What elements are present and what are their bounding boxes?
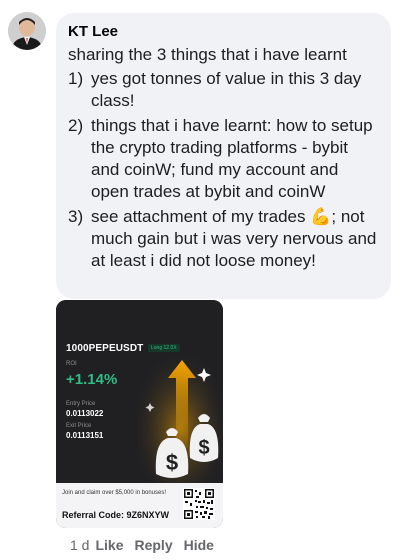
list-item: 2) things that i have learnt: how to set…: [68, 115, 379, 203]
hide-button[interactable]: Hide: [184, 537, 214, 553]
like-button[interactable]: Like: [95, 537, 123, 553]
list-text: yes got tonnes of value in this 3 day cl…: [91, 69, 362, 110]
list-number: 1): [68, 69, 84, 88]
exit-price-label: Exit Price: [66, 423, 92, 429]
exit-price-value: 0.0113151: [66, 431, 104, 440]
list-text-part: see attachment of my trades: [91, 207, 311, 226]
trade-card-footer: Join and claim over $5,000 in bonuses! R…: [56, 483, 223, 528]
entry-price-label: Entry Price: [66, 401, 96, 407]
list-item: 1) yes got tonnes of value in this 3 day…: [68, 68, 379, 112]
money-bags-arrow-icon: $ $: [138, 348, 223, 483]
ticker-symbol: 1000PEPEUSDT: [66, 343, 144, 354]
timestamp[interactable]: 1 d: [70, 537, 89, 553]
referral-code: Referral Code: 9Z6NXYW: [62, 510, 170, 520]
avatar[interactable]: [8, 12, 46, 50]
comment-list: 1) yes got tonnes of value in this 3 day…: [68, 68, 379, 272]
list-item: 3) see attachment of my trades 💪; not mu…: [68, 206, 379, 272]
flexed-biceps-emoji: 💪: [310, 207, 332, 226]
list-number: 2): [68, 116, 84, 135]
comment-bubble: KT Lee sharing the 3 things that i have …: [56, 13, 391, 299]
promo-text: Join and claim over $5,000 in bonuses!: [62, 490, 167, 496]
list-text: see attachment of my trades 💪; not much …: [91, 206, 379, 272]
list-number: 3): [68, 207, 84, 226]
roi-label: ROI: [66, 361, 77, 367]
entry-price-value: 0.0113022: [66, 409, 104, 418]
svg-text:$: $: [198, 437, 209, 459]
comment-actions: 1 d Like Reply Hide: [70, 537, 225, 553]
roi-value: +1.14%: [66, 371, 118, 388]
list-text: things that i have learnt: how to setup …: [91, 116, 373, 201]
reply-button[interactable]: Reply: [134, 537, 172, 553]
comment-intro: sharing the 3 things that i have learnt: [68, 45, 347, 64]
qr-code-icon: [183, 488, 215, 520]
author-name[interactable]: KT Lee: [68, 22, 379, 42]
trade-screenshot-attachment[interactable]: 1000PEPEUSDT Long 12.0X ROI +1.14% Entry…: [56, 300, 223, 528]
svg-text:$: $: [166, 450, 178, 475]
trade-card-top: 1000PEPEUSDT Long 12.0X ROI +1.14% Entry…: [56, 300, 223, 483]
